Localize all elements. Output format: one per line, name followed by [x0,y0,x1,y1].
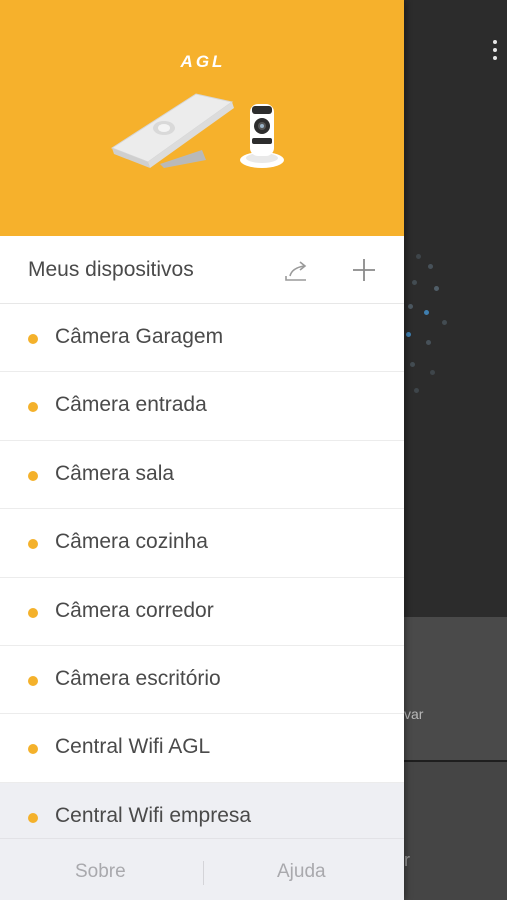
about-link[interactable]: Sobre [75,861,126,883]
device-label: Câmera entrada [55,393,207,417]
share-icon[interactable] [280,254,312,286]
device-list-item[interactable]: Câmera sala [0,440,404,510]
device-label: Central Wifi empresa [55,803,252,827]
device-list: Câmera Garagem Câmera entrada Câmera sala C… [0,304,404,852]
drawer-footer: Sobre Ajuda [0,838,404,900]
background-panel-text: r [404,850,410,870]
status-dot-icon [28,744,38,755]
plus-icon[interactable] [348,254,380,286]
device-label: Câmera cozinha [55,530,208,554]
navigation-drawer: AGL Meus dispositivos Câmera Garagem Câm… [0,0,404,900]
status-dot-icon [28,675,38,686]
device-list-item[interactable]: Câmera escritório [0,645,404,715]
device-list-item[interactable]: Câmera corredor [0,577,404,646]
footer-divider [203,861,204,885]
device-list-item[interactable]: Câmera Garagem [0,304,404,373]
device-list-item[interactable]: Câmera entrada [0,372,404,441]
more-vert-icon[interactable] [488,40,502,66]
status-dot-icon [28,607,38,618]
status-dot-icon [28,402,38,413]
background-panel-text: var [404,706,424,722]
device-list-item[interactable]: Câmera cozinha [0,509,404,578]
device-label: Câmera corredor [55,598,214,622]
background-panel [404,617,507,761]
status-dot-icon [28,539,38,550]
device-list-item[interactable]: Central Wifi AGL [0,714,404,783]
status-dot-icon [28,812,38,823]
drawer-header: AGL [0,0,404,236]
device-label: Câmera Garagem [55,325,224,348]
device-label: Câmera sala [55,461,175,485]
devices-header: Meus dispositivos [0,236,404,304]
status-dot-icon [28,470,38,481]
device-label: Central Wifi AGL [55,735,211,759]
brand-logo: AGL [180,52,226,71]
devices-title: Meus dispositivos [28,258,194,281]
device-label: Câmera escritório [55,666,221,690]
background-panel [404,762,507,900]
help-link[interactable]: Ajuda [277,861,326,883]
loading-dots [404,228,464,428]
devices-illustration [110,93,284,168]
status-dot-icon [28,334,38,344]
